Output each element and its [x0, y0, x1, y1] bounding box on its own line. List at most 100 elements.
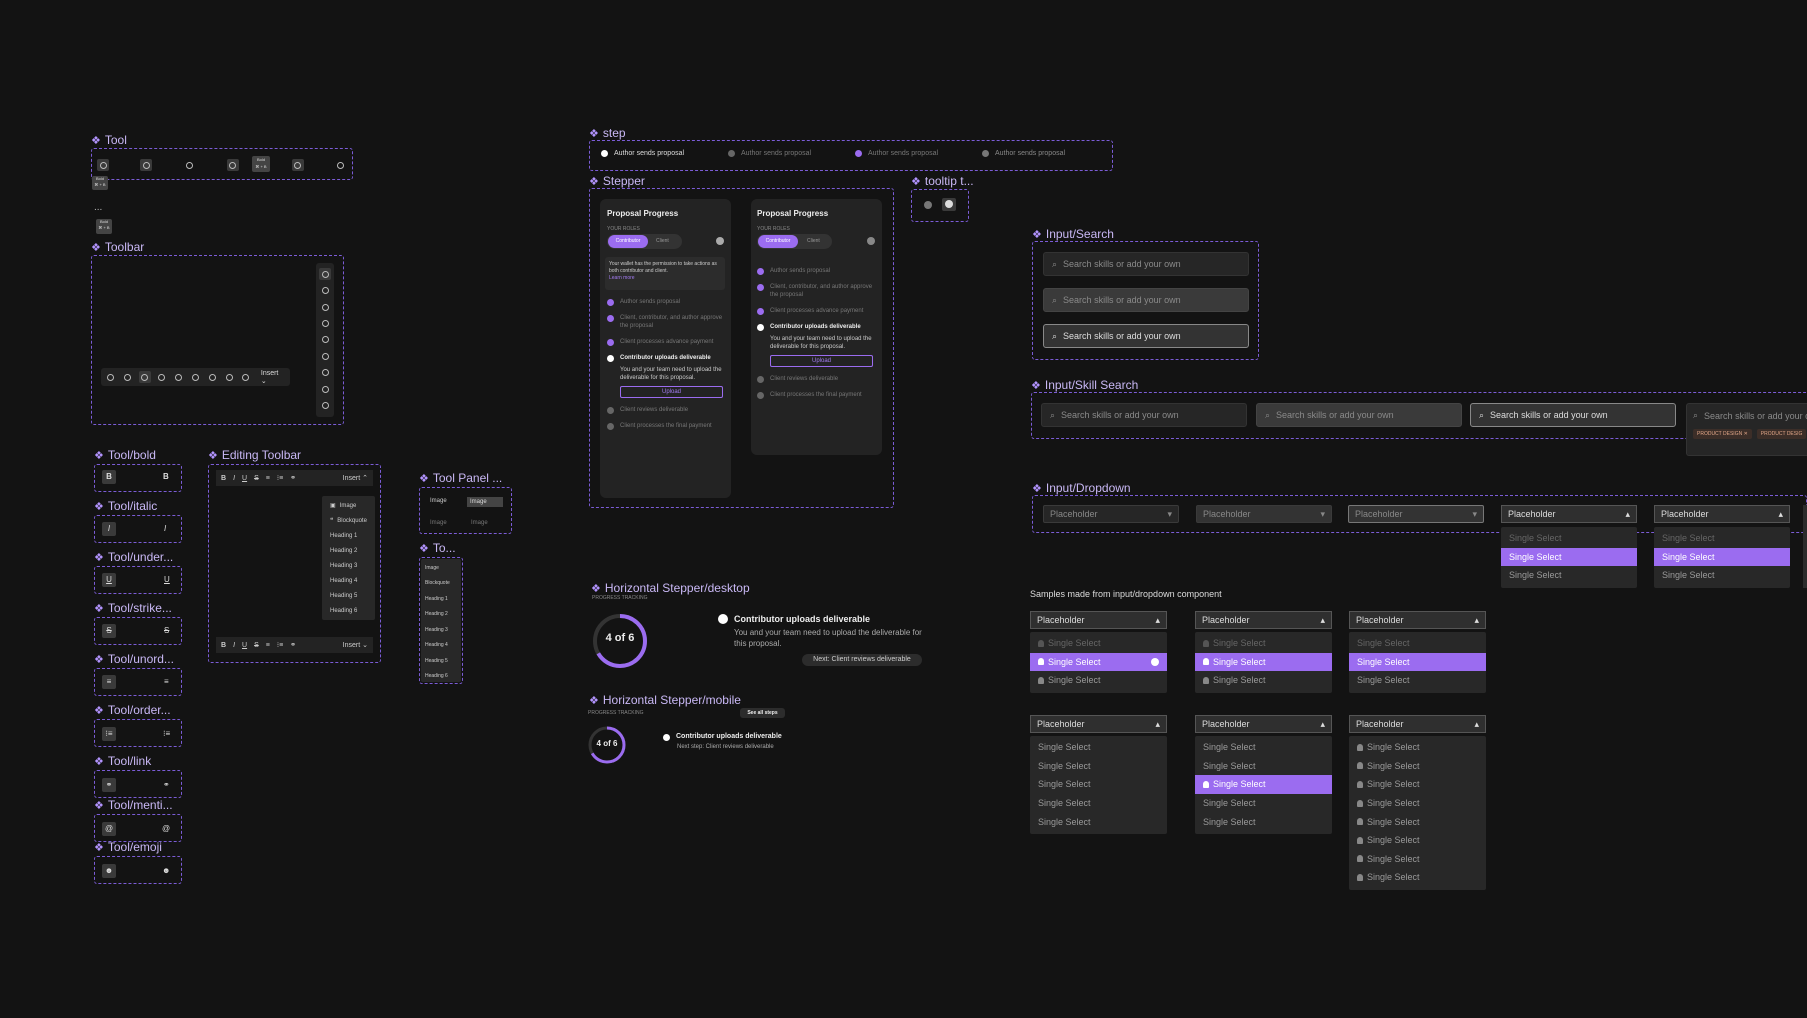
dropdown-option[interactable]: Single Select: [1030, 794, 1167, 813]
dropdown-option[interactable]: Single Select: [1654, 566, 1790, 585]
strikethrough-icon[interactable]: S: [164, 624, 169, 638]
role-contributor-button[interactable]: Contributor: [758, 235, 798, 248]
dropdown-select-hover[interactable]: Placeholder ▾: [1196, 505, 1332, 523]
sample-dropdown[interactable]: Placeholder ▴: [1349, 715, 1486, 733]
tool-icon[interactable]: [189, 371, 201, 383]
sample-dropdown[interactable]: Placeholder ▴: [1030, 611, 1167, 629]
search-input[interactable]: ⌕ Search skills or add your own: [1043, 252, 1249, 276]
tool-icon[interactable]: [156, 371, 168, 383]
dropdown-open[interactable]: Placeholder ▴: [1501, 505, 1637, 523]
emoji-icon[interactable]: ☻: [162, 864, 170, 878]
insert-menu-item[interactable]: Heading 5: [421, 653, 461, 669]
upload-button[interactable]: Upload: [620, 386, 723, 398]
tool-panel-item[interactable]: Image: [430, 498, 447, 504]
dropdown-option[interactable]: Single Select: [1349, 794, 1486, 813]
sample-dropdown[interactable]: Placeholder ▴: [1030, 715, 1167, 733]
dropdown-option-selected[interactable]: Single Select: [1501, 547, 1637, 567]
role-client-button[interactable]: Client: [807, 235, 820, 248]
skill-chip[interactable]: PRODUCT DESIG: [1756, 429, 1807, 439]
search-input-focused[interactable]: ⌕ Search skills or add your own: [1043, 324, 1249, 348]
role-client-button[interactable]: Client: [656, 235, 669, 248]
dropdown-option[interactable]: Single Select: [1195, 794, 1332, 813]
insert-menu-item[interactable]: ❝ Blockquote: [322, 513, 375, 528]
link-icon[interactable]: ⚭: [290, 641, 296, 649]
dropdown-option[interactable]: Single Select: [1030, 738, 1167, 757]
tool-panel-item[interactable]: Image: [430, 520, 447, 526]
tool-icon[interactable]: [291, 159, 304, 171]
sample-dropdown[interactable]: Placeholder ▴: [1195, 715, 1332, 733]
tool-icon[interactable]: [319, 334, 331, 346]
tool-icon[interactable]: [183, 159, 195, 171]
dropdown-option-selected[interactable]: Single Select: [1030, 652, 1167, 672]
bullet-list-icon[interactable]: ≡: [164, 675, 169, 689]
dropdown-option-selected[interactable]: Single Select: [1195, 775, 1332, 794]
dropdown-option[interactable]: Single Select: [1195, 671, 1332, 690]
insert-menu-item[interactable]: Heading 3: [421, 622, 461, 638]
insert-button[interactable]: Insert ⌄: [343, 641, 368, 649]
tool-icon[interactable]: [319, 400, 331, 412]
tool-icon[interactable]: [105, 371, 117, 383]
numbered-list-icon[interactable]: ⁝≡: [277, 474, 283, 482]
dropdown-option[interactable]: Single Select: [1030, 634, 1167, 653]
italic-icon[interactable]: I: [233, 642, 235, 649]
dropdown-option[interactable]: Single Select: [1349, 812, 1486, 831]
numbered-list-icon[interactable]: ⁝≡: [163, 727, 170, 741]
tool-icon[interactable]: [138, 371, 151, 383]
skill-search-with-chips[interactable]: ⌕ Search skills or add your ov PRODUCT DE…: [1686, 403, 1807, 456]
strikethrough-icon[interactable]: S: [102, 624, 116, 638]
italic-icon[interactable]: I: [102, 522, 116, 536]
sample-dropdown[interactable]: Placeholder ▴: [1195, 611, 1332, 629]
learn-more-link[interactable]: Learn more: [609, 275, 635, 281]
dropdown-option[interactable]: Single Select: [1030, 812, 1167, 831]
tool-icon[interactable]: [319, 301, 331, 313]
insert-menu-item[interactable]: Heading 1: [322, 528, 375, 543]
skill-search-input-focused[interactable]: ⌕ Search skills or add your own: [1470, 403, 1676, 427]
dropdown-option[interactable]: Single Select: [1349, 738, 1486, 757]
mention-icon[interactable]: @: [162, 822, 170, 836]
insert-menu-item[interactable]: Heading 2: [322, 543, 375, 558]
dropdown-option[interactable]: Single Select: [1349, 634, 1486, 653]
dropdown-option-selected[interactable]: Single Select: [1349, 652, 1486, 672]
strikethrough-icon[interactable]: S: [254, 642, 259, 649]
emoji-icon[interactable]: ☻: [102, 864, 116, 878]
dropdown-option[interactable]: Single Select: [1195, 812, 1332, 831]
tool-icon[interactable]: [319, 268, 331, 281]
insert-menu-item[interactable]: Heading 3: [322, 558, 375, 573]
dropdown-select[interactable]: Placeholder ▾: [1043, 505, 1179, 523]
link-icon[interactable]: ⚭: [163, 778, 170, 792]
search-input-hover[interactable]: ⌕ Search skills or add your own: [1043, 288, 1249, 312]
numbered-list-icon[interactable]: ⁝≡: [102, 727, 116, 741]
dropdown-option[interactable]: Single Select: [1030, 671, 1167, 690]
underline-icon[interactable]: U: [242, 642, 247, 649]
insert-menu-item[interactable]: Heading 4: [322, 573, 375, 588]
info-icon[interactable]: [867, 237, 875, 245]
insert-menu-item[interactable]: Image: [421, 560, 461, 576]
insert-menu-item[interactable]: ▣ Image: [322, 498, 375, 513]
dropdown-option[interactable]: Single Select: [1195, 738, 1332, 757]
dropdown-option[interactable]: Single Select: [1501, 566, 1637, 585]
sample-dropdown[interactable]: Placeholder ▴: [1349, 611, 1486, 629]
dropdown-option[interactable]: Single Select: [1349, 850, 1486, 869]
insert-button[interactable]: Insert ⌃: [343, 474, 368, 482]
dropdown-option[interactable]: Single Select: [1349, 868, 1486, 887]
tool-panel-item-selected[interactable]: Image: [467, 497, 503, 507]
dropdown-option[interactable]: Single Select: [1030, 757, 1167, 776]
skill-search-input[interactable]: ⌕ Search skills or add your own: [1041, 403, 1247, 427]
bold-icon[interactable]: B: [221, 475, 226, 482]
tool-icon[interactable]: [122, 371, 134, 383]
strikethrough-icon[interactable]: S: [254, 475, 259, 482]
bold-icon[interactable]: B: [102, 470, 116, 484]
tool-icon[interactable]: [319, 367, 331, 379]
tool-icon[interactable]: [319, 285, 331, 297]
tool-icon[interactable]: [319, 350, 331, 362]
tool-icon[interactable]: [319, 383, 331, 395]
insert-menu-item[interactable]: Heading 6: [322, 603, 375, 618]
insert-menu-item[interactable]: Blockquote: [421, 576, 461, 592]
dropdown-open[interactable]: Placeholder ▴: [1654, 505, 1790, 523]
dropdown-option[interactable]: Single Select: [1501, 529, 1637, 548]
bullet-list-icon[interactable]: ≡: [266, 642, 270, 649]
dropdown-option[interactable]: Single Select: [1349, 775, 1486, 794]
underline-icon[interactable]: U: [242, 475, 247, 482]
tool-panel-item[interactable]: Image: [471, 520, 488, 526]
tool-icon[interactable]: [140, 159, 153, 171]
